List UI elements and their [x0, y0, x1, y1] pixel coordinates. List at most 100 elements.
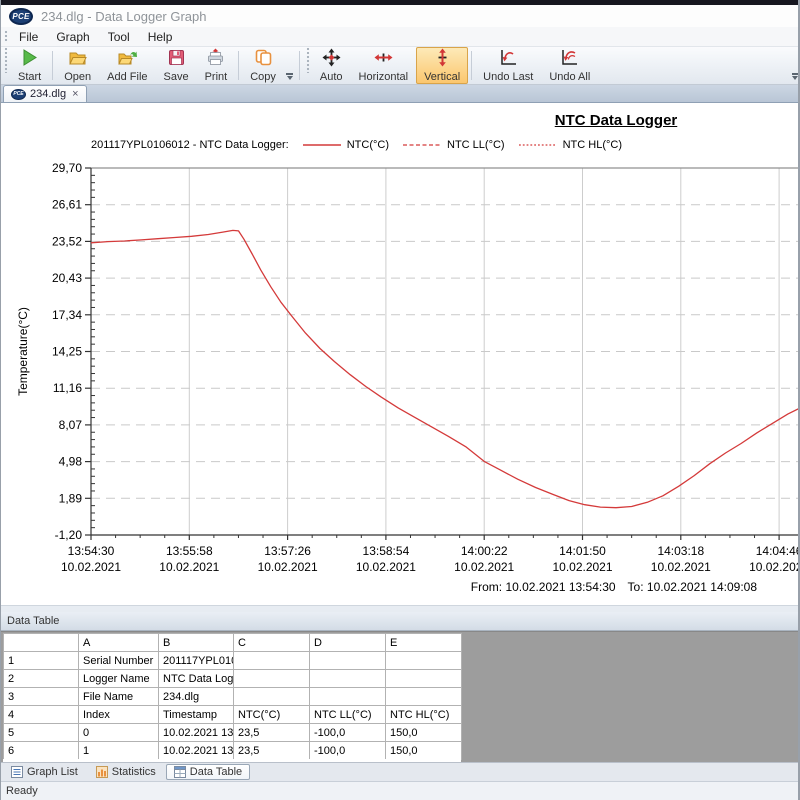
- table-row: 1Serial Number201117YPL010...: [4, 652, 462, 670]
- column-header[interactable]: B: [159, 634, 234, 652]
- start-label: Start: [18, 71, 41, 83]
- undo-last-button[interactable]: Undo Last: [475, 47, 541, 84]
- table-cell[interactable]: Timestamp: [159, 706, 234, 724]
- tab-close-icon[interactable]: ×: [70, 88, 78, 100]
- svg-text:17,34: 17,34: [52, 308, 82, 322]
- svg-text:14:03:18: 14:03:18: [657, 544, 704, 558]
- table-cell[interactable]: Index: [79, 706, 159, 724]
- legend-label: NTC HL(°C): [563, 139, 622, 151]
- column-header[interactable]: E: [386, 634, 462, 652]
- menu-help[interactable]: Help: [139, 28, 182, 46]
- column-header[interactable]: A: [79, 634, 159, 652]
- table-cell[interactable]: [386, 670, 462, 688]
- legend-label: NTC(°C): [347, 139, 389, 151]
- table-row: 4IndexTimestampNTC(°C)NTC LL(°C)NTC HL(°…: [4, 706, 462, 724]
- table-cell[interactable]: 201117YPL010...: [159, 652, 234, 670]
- table-cell[interactable]: 10.02.2021 13:...: [159, 724, 234, 742]
- column-header[interactable]: [4, 634, 79, 652]
- add-file-button[interactable]: Add File: [99, 47, 155, 84]
- table-cell[interactable]: 23,5: [234, 742, 310, 760]
- row-header[interactable]: 3: [4, 688, 79, 706]
- undo-all-button[interactable]: Undo All: [541, 47, 598, 84]
- menu-graph[interactable]: Graph: [47, 28, 98, 46]
- table-cell[interactable]: [386, 688, 462, 706]
- undo-last-icon: [499, 48, 518, 70]
- svg-text:14:01:50: 14:01:50: [559, 544, 606, 558]
- tab-234dlg[interactable]: PCE 234.dlg ×: [3, 85, 87, 102]
- auto-zoom-button[interactable]: Auto: [312, 47, 351, 84]
- tab-statistics[interactable]: Statistics: [88, 764, 164, 780]
- table-cell[interactable]: 1: [79, 742, 159, 760]
- svg-text:13:58:54: 13:58:54: [363, 544, 410, 558]
- open-label: Open: [64, 71, 91, 83]
- toolbar-overflow-icon[interactable]: [284, 47, 296, 84]
- svg-text:13:55:58: 13:55:58: [166, 544, 213, 558]
- column-header[interactable]: D: [310, 634, 386, 652]
- table-cell[interactable]: File Name: [79, 688, 159, 706]
- table-cell[interactable]: -100,0: [310, 724, 386, 742]
- table-row: 6110.02.2021 13:...23,5-100,0150,0: [4, 742, 462, 760]
- toolbar-grip-2[interactable]: [306, 47, 310, 73]
- row-header[interactable]: 1: [4, 652, 79, 670]
- auto-zoom-icon: [322, 48, 341, 70]
- menubar-grip[interactable]: [4, 30, 8, 43]
- tab-data-table[interactable]: Data Table: [166, 764, 250, 780]
- table-cell[interactable]: 150,0: [386, 742, 462, 760]
- table-cell[interactable]: 234.dlg: [159, 688, 234, 706]
- table-cell[interactable]: -100,0: [310, 742, 386, 760]
- save-button[interactable]: Save: [156, 47, 197, 84]
- legend-item-ntc: NTC(°C): [303, 139, 389, 151]
- start-button[interactable]: Start: [10, 47, 49, 84]
- row-header[interactable]: 5: [4, 724, 79, 742]
- table-cell[interactable]: NTC(°C): [234, 706, 310, 724]
- table-cell[interactable]: [310, 688, 386, 706]
- tab-graph-list[interactable]: Graph List: [3, 764, 86, 780]
- table-cell[interactable]: [386, 652, 462, 670]
- table-cell[interactable]: [310, 652, 386, 670]
- svg-text:10.02.2021: 10.02.2021: [356, 560, 416, 574]
- svg-text:14:00:22: 14:00:22: [461, 544, 508, 558]
- panel-splitter[interactable]: [1, 605, 800, 612]
- vertical-zoom-button[interactable]: Vertical: [416, 47, 468, 84]
- svg-text:26,61: 26,61: [52, 198, 82, 212]
- row-header[interactable]: 2: [4, 670, 79, 688]
- copy-button[interactable]: Copy: [242, 47, 284, 84]
- table-cell[interactable]: 0: [79, 724, 159, 742]
- table-cell[interactable]: [310, 670, 386, 688]
- table-cell[interactable]: 23,5: [234, 724, 310, 742]
- window-title: 234.dlg - Data Logger Graph: [41, 9, 207, 24]
- table-cell[interactable]: [234, 688, 310, 706]
- row-header[interactable]: 4: [4, 706, 79, 724]
- menu-tool[interactable]: Tool: [99, 28, 139, 46]
- statistics-icon: [96, 766, 108, 778]
- svg-text:14:04:46: 14:04:46: [756, 544, 800, 558]
- toolbar-overflow-right-icon[interactable]: [789, 47, 800, 84]
- horizontal-zoom-button[interactable]: Horizontal: [351, 47, 417, 84]
- table-cell[interactable]: NTC LL(°C): [310, 706, 386, 724]
- table-row: 5010.02.2021 13:...23,5-100,0150,0: [4, 724, 462, 742]
- table-cell[interactable]: [234, 652, 310, 670]
- print-button[interactable]: Print: [197, 47, 236, 84]
- table-cell[interactable]: [234, 670, 310, 688]
- open-button[interactable]: Open: [56, 47, 99, 84]
- legend-item-ntc-hl: NTC HL(°C): [519, 139, 622, 151]
- table-cell[interactable]: 150,0: [386, 724, 462, 742]
- table-cell[interactable]: NTC HL(°C): [386, 706, 462, 724]
- auto-label: Auto: [320, 71, 343, 83]
- svg-text:10.02.2021: 10.02.2021: [749, 560, 800, 574]
- column-header[interactable]: C: [234, 634, 310, 652]
- svg-text:8,07: 8,07: [59, 418, 83, 432]
- svg-text:-1,20: -1,20: [55, 528, 83, 542]
- menu-file[interactable]: File: [10, 28, 47, 46]
- legend-label: NTC LL(°C): [447, 139, 505, 151]
- legend-line-dotted-icon: [519, 142, 557, 148]
- pce-logo-icon: PCE: [9, 8, 33, 25]
- chart-plot-area[interactable]: 29,7026,6123,5220,4317,3414,2511,168,074…: [1, 103, 800, 605]
- table-cell[interactable]: Logger Name: [79, 670, 159, 688]
- toolbar-grip-1[interactable]: [4, 47, 8, 73]
- table-cell[interactable]: Serial Number: [79, 652, 159, 670]
- data-table-icon: [174, 766, 186, 778]
- table-cell[interactable]: 10.02.2021 13:...: [159, 742, 234, 760]
- table-cell[interactable]: NTC Data Logger: [159, 670, 234, 688]
- row-header[interactable]: 6: [4, 742, 79, 760]
